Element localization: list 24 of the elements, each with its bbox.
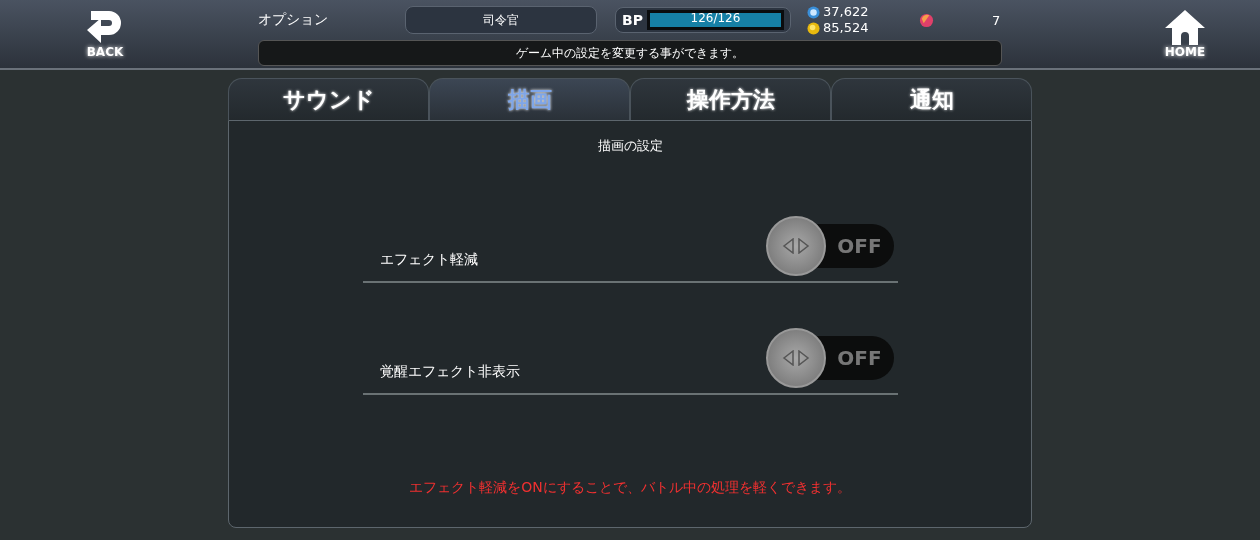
back-button[interactable]: BACK bbox=[0, 0, 210, 68]
home-icon bbox=[1163, 9, 1207, 45]
tab[interactable]: 操作方法 bbox=[630, 78, 831, 120]
tab[interactable]: サウンド bbox=[228, 78, 429, 120]
commander-name-field: 司令官 bbox=[405, 6, 597, 34]
coin-count: 85,524 bbox=[823, 20, 869, 36]
crystal-icon bbox=[807, 5, 820, 19]
setting-label: 覚醒エフェクト非表示 bbox=[379, 363, 520, 381]
left-right-arrows-icon bbox=[780, 350, 811, 366]
section-title: 描画の設定 bbox=[597, 137, 663, 155]
left-right-arrows-icon bbox=[780, 238, 811, 254]
coin-icon bbox=[807, 21, 820, 35]
bp-label: BP bbox=[622, 12, 643, 28]
gem-count: 7 bbox=[992, 12, 1001, 28]
tab[interactable]: 描画 bbox=[429, 78, 630, 120]
home-button[interactable]: HOME bbox=[1110, 0, 1260, 68]
screen-title: オプション bbox=[258, 11, 329, 29]
gem-icon bbox=[919, 12, 934, 28]
bp-value: 126/126 bbox=[689, 11, 742, 25]
setting-label: エフェクト軽減 bbox=[379, 251, 478, 269]
info-message-bar: ゲーム中の設定を変更する事ができます。 bbox=[258, 40, 1002, 66]
crystal-count: 37,622 bbox=[823, 4, 869, 20]
warning-note: エフェクト軽減をONにすることで、バトル中の処理を軽くできます。 bbox=[409, 479, 851, 497]
tab[interactable]: 通知 bbox=[831, 78, 1032, 120]
